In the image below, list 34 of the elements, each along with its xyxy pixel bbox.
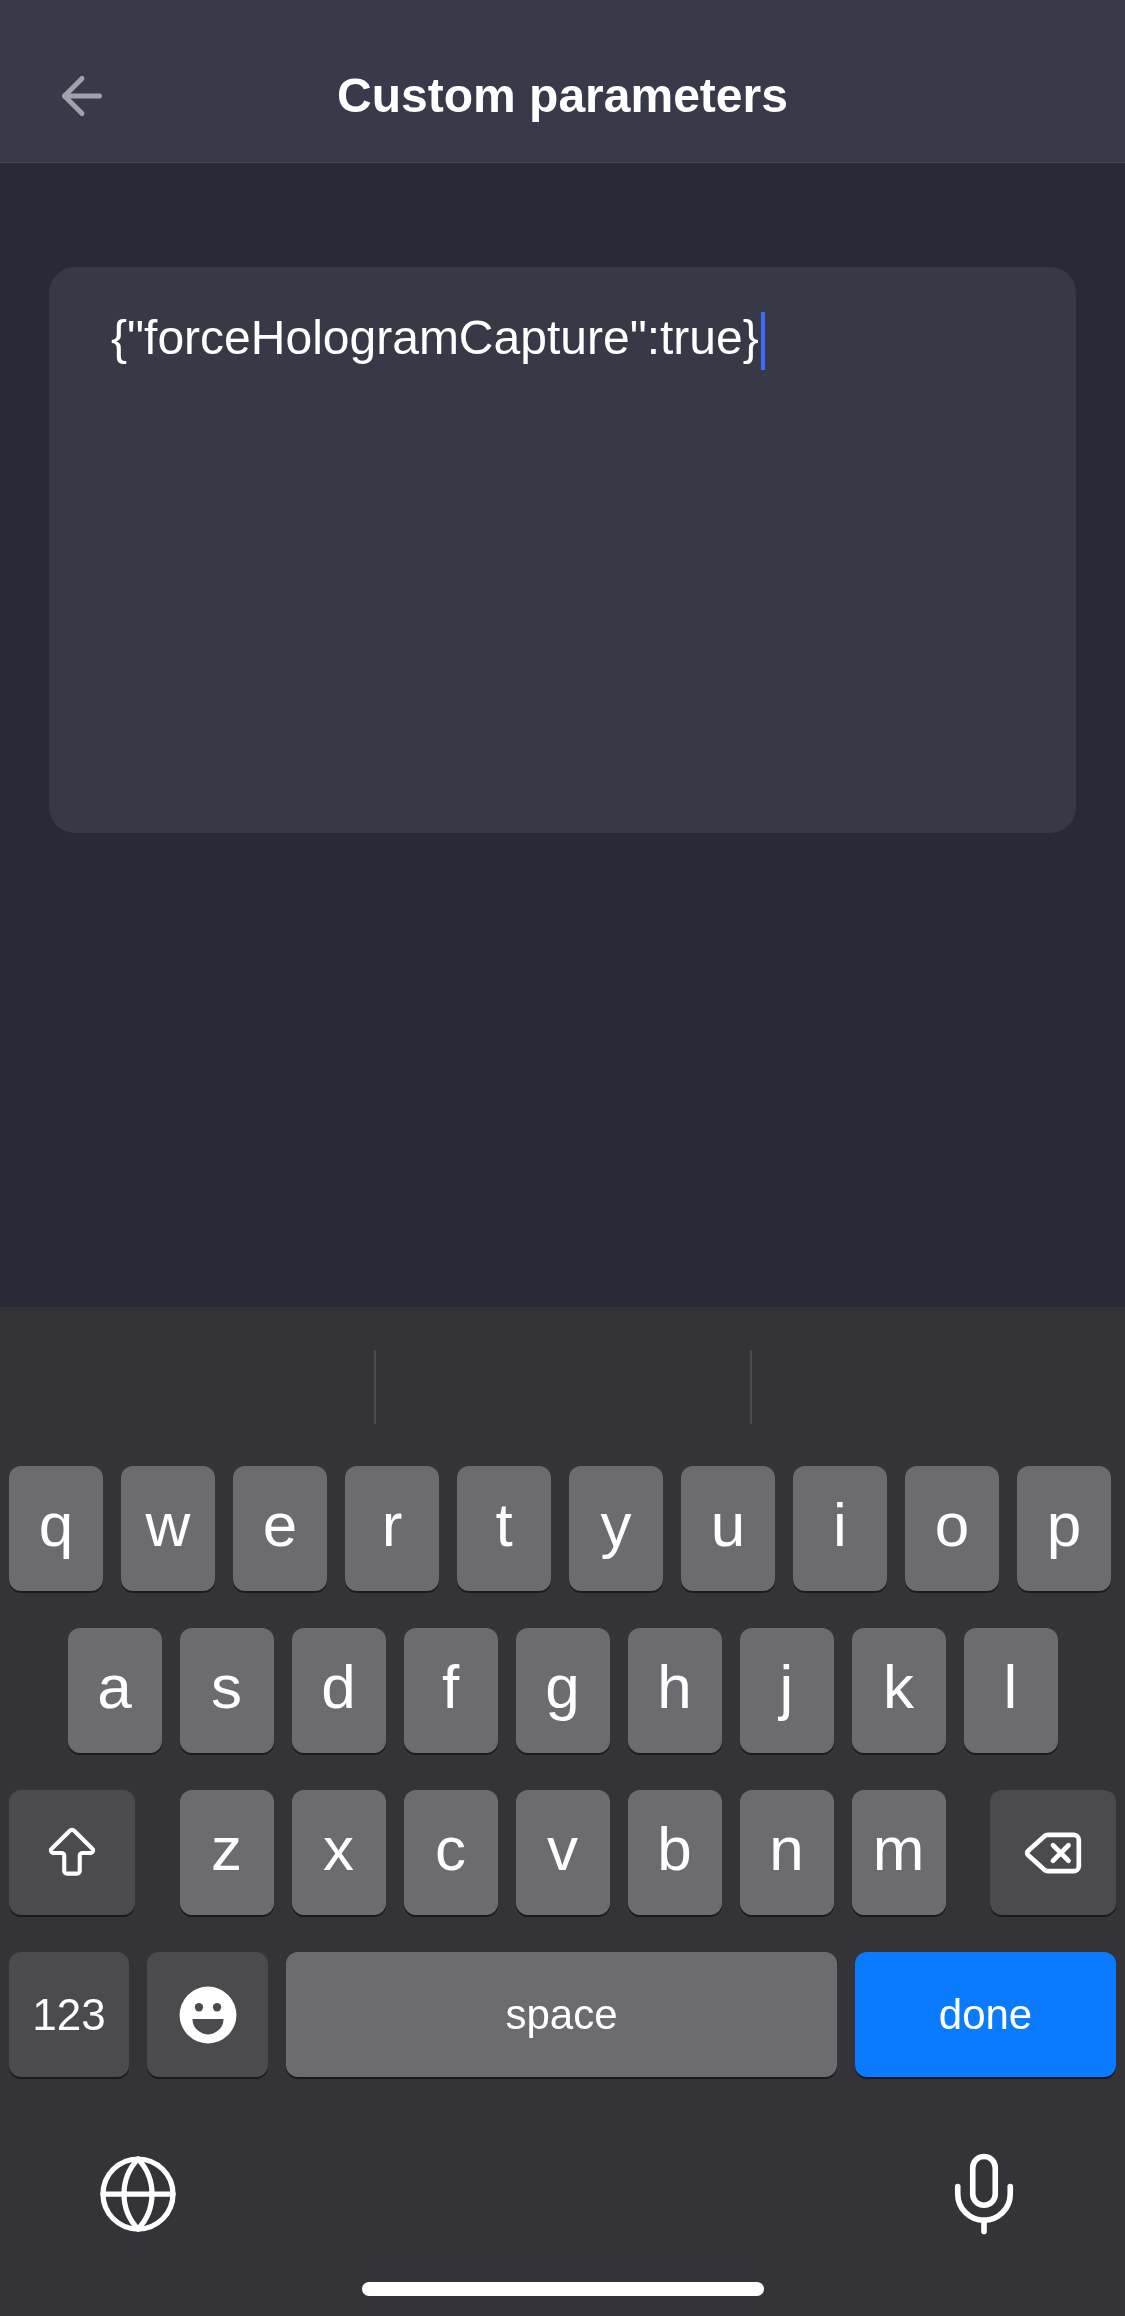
letter-key[interactable]: w (121, 1466, 215, 1591)
letter-key[interactable]: c (403, 1790, 498, 1915)
letter-key[interactable]: a (67, 1628, 162, 1753)
space-key[interactable]: space (286, 1952, 837, 2077)
letter-key[interactable]: f (403, 1628, 498, 1753)
letter-key[interactable]: p (1017, 1466, 1111, 1591)
letter-key[interactable]: x (291, 1790, 386, 1915)
emoji-key[interactable] (147, 1952, 268, 2077)
letter-key[interactable]: m (851, 1790, 946, 1915)
letter-key[interactable]: g (515, 1628, 610, 1753)
letter-key[interactable]: i (793, 1466, 887, 1591)
letter-key[interactable]: j (739, 1628, 834, 1753)
letter-key[interactable]: s (179, 1628, 274, 1753)
letter-key[interactable]: e (233, 1466, 327, 1591)
letter-key[interactable]: l (963, 1628, 1058, 1753)
letter-key[interactable]: t (457, 1466, 551, 1591)
letter-key[interactable]: r (345, 1466, 439, 1591)
page-title: Custom parameters (337, 68, 788, 124)
letter-key[interactable]: q (9, 1466, 103, 1591)
text-area[interactable]: {"forceHologramCapture":true} (49, 267, 1076, 833)
letter-key[interactable]: z (179, 1790, 274, 1915)
shift-key[interactable] (9, 1790, 135, 1915)
done-key[interactable]: done (855, 1952, 1116, 2077)
letter-key[interactable]: v (515, 1790, 610, 1915)
letter-key[interactable]: h (627, 1628, 722, 1753)
letter-key[interactable]: b (627, 1790, 722, 1915)
letter-key[interactable]: y (569, 1466, 663, 1591)
letter-key[interactable]: n (739, 1790, 834, 1915)
letter-key[interactable]: d (291, 1628, 386, 1753)
letter-key[interactable]: k (851, 1628, 946, 1753)
letter-key[interactable]: o (905, 1466, 999, 1591)
numbers-key[interactable]: 123 (9, 1952, 129, 2077)
letter-key[interactable]: u (681, 1466, 775, 1591)
backspace-key[interactable] (990, 1790, 1116, 1915)
